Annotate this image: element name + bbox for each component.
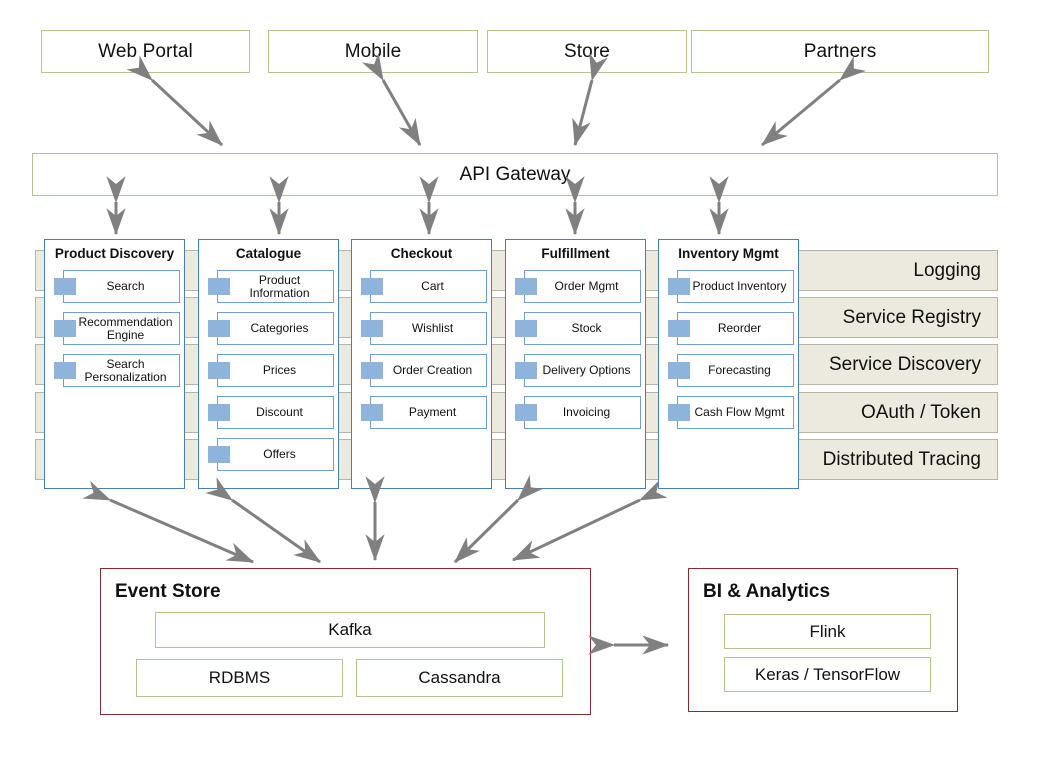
arrow-catalogue-event-store — [205, 477, 321, 564]
service-item-tab-icon — [208, 362, 230, 379]
bi-item-flink[interactable]: Flink — [724, 614, 931, 649]
arrow-store-gateway — [572, 52, 608, 147]
service-item[interactable]: Product Information — [217, 270, 334, 303]
service-title: Product Discovery — [54, 246, 175, 261]
arrow-fulfillment-event-store — [453, 475, 544, 564]
arrow-web-portal-gateway — [126, 55, 224, 147]
service-item[interactable]: Discount — [217, 396, 334, 429]
service-item-tab-icon — [361, 404, 383, 421]
channel-label: Partners — [803, 40, 877, 62]
service-item-tab-icon — [668, 362, 690, 379]
event-store-item-kafka[interactable]: Kafka — [155, 612, 545, 648]
event-store-item-cassandra[interactable]: Cassandra — [356, 659, 563, 697]
crosscut-label: Distributed Tracing — [822, 448, 981, 470]
service-title: Checkout — [390, 246, 453, 261]
crosscut-label: Logging — [913, 259, 981, 281]
service-title: Fulfillment — [541, 246, 610, 261]
event-store-title: Event Store — [115, 581, 221, 602]
crosscut-label: Service Discovery — [828, 353, 981, 375]
service-column-inventory-mgmt[interactable]: Inventory Mgmt Product Inventory Reorder… — [658, 239, 799, 489]
service-item-tab-icon — [515, 404, 537, 421]
service-item[interactable]: Cash Flow Mgmt — [677, 396, 794, 429]
service-column-fulfillment[interactable]: Fulfillment Order Mgmt Stock Delivery Op… — [505, 239, 646, 489]
service-item-tab-icon — [361, 278, 383, 295]
service-item[interactable]: Payment — [370, 396, 487, 429]
event-store-item-rdbms[interactable]: RDBMS — [136, 659, 343, 697]
service-item[interactable]: Forecasting — [677, 354, 794, 387]
service-item[interactable]: Search Personalization — [63, 354, 180, 387]
service-item-tab-icon — [208, 446, 230, 463]
service-item-tab-icon — [515, 320, 537, 337]
api-gateway-label: API Gateway — [459, 163, 571, 185]
service-item[interactable]: Wishlist — [370, 312, 487, 345]
architecture-diagram-canvas: Logging Service Registry Service Discove… — [0, 0, 1043, 763]
service-column-product-discovery[interactable]: Product Discovery Search Recommendation … — [44, 239, 185, 489]
service-item-tab-icon — [208, 278, 230, 295]
channel-label: Mobile — [344, 40, 402, 62]
service-item-tab-icon — [668, 320, 690, 337]
service-item[interactable]: Recommendation Engine — [63, 312, 180, 345]
channel-label: Web Portal — [98, 40, 193, 62]
service-column-checkout[interactable]: Checkout Cart Wishlist Order Creation Pa… — [351, 239, 492, 489]
service-item-tab-icon — [54, 362, 76, 379]
bi-item-keras-tensorflow[interactable]: Keras / TensorFlow — [724, 657, 931, 692]
bi-analytics-box[interactable]: BI & Analytics Flink Keras / TensorFlow — [688, 568, 958, 712]
service-item-tab-icon — [668, 404, 690, 421]
service-item[interactable]: Categories — [217, 312, 334, 345]
channel-web-portal[interactable]: Web Portal — [41, 30, 250, 73]
service-item-tab-icon — [208, 404, 230, 421]
service-item[interactable]: Reorder — [677, 312, 794, 345]
channel-store[interactable]: Store — [487, 30, 687, 73]
service-column-catalogue[interactable]: Catalogue Product Information Categories… — [198, 239, 339, 489]
service-item[interactable]: Stock — [524, 312, 641, 345]
crosscut-label: OAuth / Token — [860, 401, 981, 423]
service-item[interactable]: Search — [63, 270, 180, 303]
service-title: Catalogue — [235, 246, 302, 261]
service-item-tab-icon — [208, 320, 230, 337]
service-item[interactable]: Invoicing — [524, 396, 641, 429]
service-item-tab-icon — [361, 320, 383, 337]
service-item[interactable]: Order Creation — [370, 354, 487, 387]
arrow-mobile-gateway — [361, 52, 422, 147]
channel-mobile[interactable]: Mobile — [268, 30, 478, 73]
service-item[interactable]: Product Inventory — [677, 270, 794, 303]
service-item-tab-icon — [515, 278, 537, 295]
channel-label: Store — [564, 40, 610, 62]
bi-analytics-title: BI & Analytics — [703, 581, 831, 602]
service-item[interactable]: Cart — [370, 270, 487, 303]
service-item[interactable]: Delivery Options — [524, 354, 641, 387]
service-item[interactable]: Offers — [217, 438, 334, 471]
service-item-tab-icon — [668, 278, 690, 295]
channel-partners[interactable]: Partners — [691, 30, 989, 73]
service-item[interactable]: Prices — [217, 354, 334, 387]
crosscut-label: Service Registry — [842, 306, 981, 328]
service-item-tab-icon — [54, 320, 76, 337]
event-store-box[interactable]: Event Store Kafka RDBMS Cassandra — [100, 568, 591, 715]
arrow-product-discovery-event-store — [82, 480, 255, 564]
service-item[interactable]: Order Mgmt — [524, 270, 641, 303]
arrow-inventory-mgmt-event-store — [511, 480, 668, 562]
service-item-tab-icon — [54, 278, 76, 295]
arrow-partners-gateway — [761, 56, 866, 147]
service-item-tab-icon — [361, 362, 383, 379]
api-gateway-box[interactable]: API Gateway — [32, 153, 998, 196]
service-item-tab-icon — [515, 362, 537, 379]
service-title: Inventory Mgmt — [678, 246, 779, 261]
